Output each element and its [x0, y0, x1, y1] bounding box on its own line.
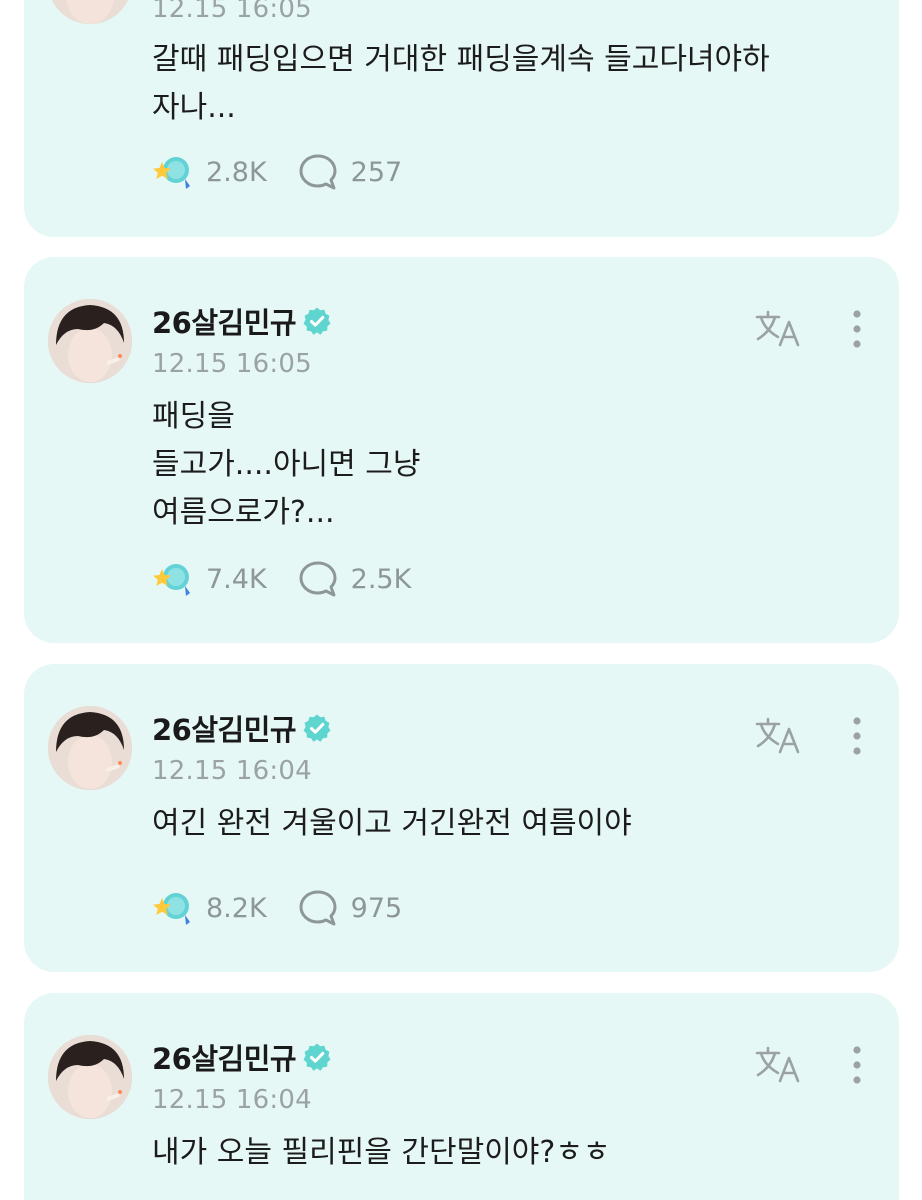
like-button[interactable]: 7.4K: [152, 558, 267, 600]
post-text: 갈때 패딩입으면 거대한 패딩을계속 들고다녀야하 자나...: [152, 42, 770, 125]
translate-icon[interactable]: [754, 714, 804, 758]
speech-bubble-icon: [299, 890, 337, 926]
more-vertical-icon[interactable]: [842, 714, 872, 758]
like-button[interactable]: 2.8K: [152, 151, 267, 193]
post-text: 여긴 완전 겨울이고 거긴완전 여름이야: [152, 806, 632, 841]
comment-count: 2.5K: [350, 563, 412, 595]
like-count: 7.4K: [206, 563, 267, 595]
comment-count: 257: [350, 156, 403, 188]
avatar-image: [48, 1035, 132, 1119]
author-name[interactable]: 26살김민규: [152, 300, 297, 342]
author-row: 26살김민규: [152, 301, 332, 341]
like-button[interactable]: 8.2K: [152, 887, 267, 929]
post-text: 패딩을 들고가....아니면 그냥 여름으로가?...: [152, 399, 421, 530]
comment-button[interactable]: 975: [297, 887, 403, 929]
post-stats: 2.8K 257: [152, 150, 402, 194]
avatar[interactable]: [48, 1035, 132, 1119]
post-card[interactable]: 12.15 16:05 갈때 패딩입으면 거대한 패딩을계속 들고다녀야하 자나…: [24, 0, 899, 237]
author-name[interactable]: 26살김민규: [152, 1036, 297, 1078]
like-count: 8.2K: [206, 892, 267, 924]
author-row: 26살김민규: [152, 708, 332, 748]
post-card[interactable]: 26살김민규 12.15 16:04 내가 오늘 필리핀을 간단말이야?ㅎㅎ: [24, 993, 899, 1200]
more-vertical-icon[interactable]: [842, 1043, 872, 1087]
author-name[interactable]: 26살김민규: [152, 707, 297, 749]
avatar[interactable]: [48, 0, 132, 24]
post-feed: 12.15 16:05 갈때 패딩입으면 거대한 패딩을계속 들고다녀야하 자나…: [0, 0, 922, 1200]
verified-badge-icon: [303, 714, 331, 742]
avatar-image: [48, 299, 132, 383]
translate-icon[interactable]: [754, 307, 804, 351]
avatar-image: [48, 0, 132, 24]
like-count: 2.8K: [206, 156, 267, 188]
comment-button[interactable]: 257: [297, 151, 403, 193]
post-stats: 8.2K 975: [152, 886, 402, 930]
avatar-image: [48, 706, 132, 790]
more-vertical-icon[interactable]: [842, 307, 872, 351]
post-timestamp: 12.15 16:05: [152, 0, 312, 24]
avatar[interactable]: [48, 706, 132, 790]
post-card[interactable]: 26살김민규 12.15 16:04 여긴 완전 겨울이고 거긴완전 여름이야: [24, 664, 899, 972]
translate-icon[interactable]: [754, 1043, 804, 1087]
verified-badge-icon: [303, 1043, 331, 1071]
post-timestamp: 12.15 16:04: [152, 1085, 312, 1115]
post-card[interactable]: 26살김민규 12.15 16:05 패딩을 들고가....아니면 그냥 여름으…: [24, 257, 899, 643]
post-timestamp: 12.15 16:04: [152, 756, 312, 786]
post-stats: 7.4K 2.5K: [152, 557, 411, 601]
speech-bubble-icon: [299, 561, 337, 597]
star-bulb-like-icon: [153, 893, 190, 925]
verified-badge-icon: [303, 307, 331, 335]
post-text: 내가 오늘 필리핀을 간단말이야?ㅎㅎ: [152, 1135, 611, 1170]
star-bulb-like-icon: [153, 564, 190, 596]
comment-button[interactable]: 2.5K: [297, 558, 412, 600]
comment-count: 975: [350, 892, 403, 924]
avatar[interactable]: [48, 299, 132, 383]
speech-bubble-icon: [299, 154, 337, 190]
star-bulb-like-icon: [153, 157, 190, 189]
post-timestamp: 12.15 16:05: [152, 349, 312, 379]
author-row: 26살김민규: [152, 1037, 332, 1077]
